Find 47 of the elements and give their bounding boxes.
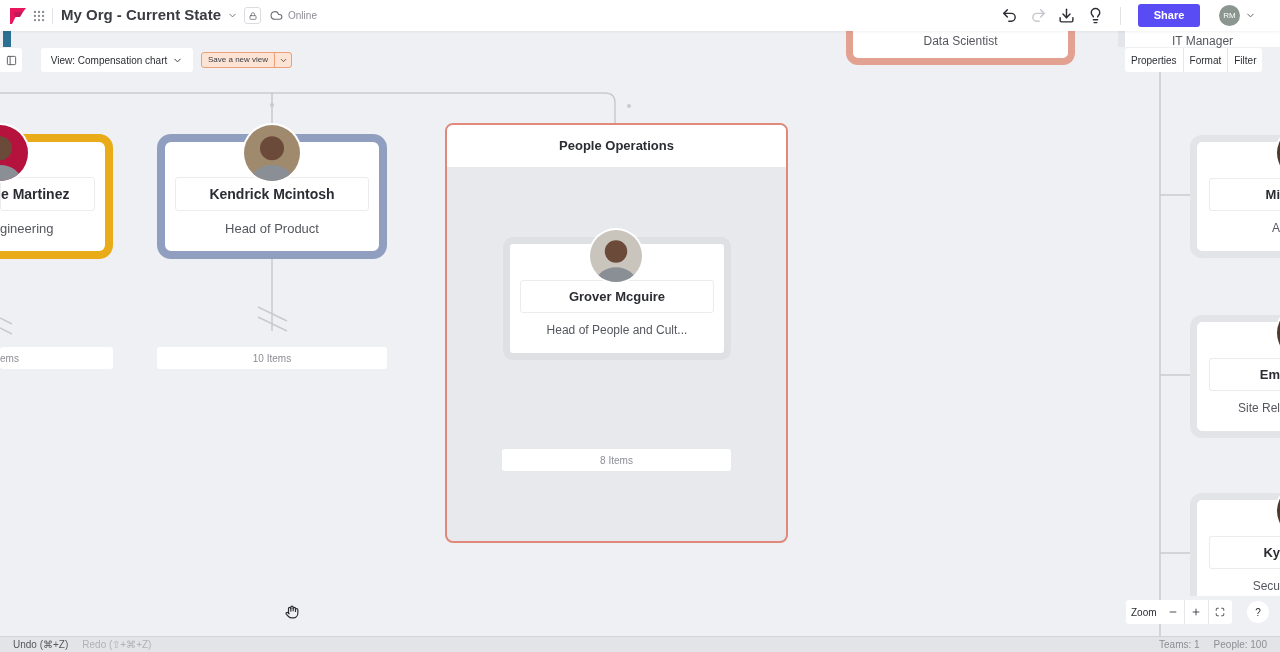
sidebar-toggle[interactable] bbox=[0, 48, 22, 72]
sidebar-icon bbox=[5, 54, 17, 66]
role-card[interactable]: IT Manager bbox=[1118, 31, 1280, 47]
name-field[interactable]: Ky bbox=[1209, 536, 1280, 569]
zoom-label: Zoom bbox=[1130, 605, 1158, 620]
person-card[interactable]: Kendrick Mcintosh Head of Product bbox=[157, 134, 387, 259]
person-card[interactable]: Grover Mcguire Head of People and Cult... bbox=[503, 237, 731, 360]
share-button[interactable]: Share bbox=[1138, 4, 1200, 27]
person-card[interactable]: e Martinez gineering bbox=[0, 134, 113, 259]
lock-icon bbox=[248, 11, 257, 20]
role-card[interactable]: Data Scientist bbox=[846, 31, 1075, 65]
items-pill[interactable]: ems bbox=[0, 347, 113, 369]
panel-tab[interactable]: Properties bbox=[1125, 48, 1183, 72]
role-text: gineering bbox=[0, 220, 55, 238]
people-count: People: 100 bbox=[1213, 638, 1267, 652]
teams-count: Teams: 1 bbox=[1159, 638, 1200, 652]
lock-button[interactable] bbox=[244, 7, 262, 24]
role-text: A bbox=[1271, 220, 1280, 237]
panel-tab[interactable]: Format bbox=[1182, 48, 1228, 72]
role-text: Data Scientist bbox=[923, 33, 998, 50]
fullscreen-icon bbox=[1215, 607, 1226, 617]
name-field[interactable]: Mi bbox=[1209, 178, 1280, 211]
download-icon[interactable] bbox=[1058, 7, 1075, 24]
panel-tab[interactable]: Filter bbox=[1227, 48, 1263, 72]
view-dropdown[interactable]: View: Compensation chart bbox=[41, 48, 193, 72]
apps-grid-icon[interactable] bbox=[32, 8, 46, 23]
logo-icon bbox=[10, 7, 26, 24]
undo-icon[interactable] bbox=[1001, 7, 1018, 24]
items-pill[interactable]: 8 Items bbox=[502, 449, 731, 471]
role-text: Secu bbox=[1251, 578, 1280, 595]
plus-icon bbox=[1191, 607, 1202, 617]
team-title: People Operations bbox=[559, 137, 674, 156]
role-text: Head of People and Cult... bbox=[545, 322, 689, 339]
help-button[interactable]: ? bbox=[1247, 601, 1269, 623]
undo-hint[interactable]: Undo (⌘+Z) bbox=[13, 637, 69, 652]
redo-icon[interactable] bbox=[1030, 7, 1047, 24]
document-title[interactable]: My Org - Current State bbox=[61, 4, 222, 27]
online-status: Online bbox=[288, 9, 317, 23]
hand-cursor-icon bbox=[285, 605, 299, 619]
name-field[interactable]: Em bbox=[1209, 358, 1280, 391]
selection-marker bbox=[3, 31, 11, 47]
role-text: IT Manager bbox=[1171, 33, 1234, 50]
avatar bbox=[0, 123, 28, 183]
role-text: Site Rel bbox=[1236, 400, 1280, 417]
cloud-icon bbox=[270, 9, 284, 22]
role-text: Head of Product bbox=[224, 220, 320, 238]
items-pill[interactable]: 10 Items bbox=[157, 347, 387, 369]
